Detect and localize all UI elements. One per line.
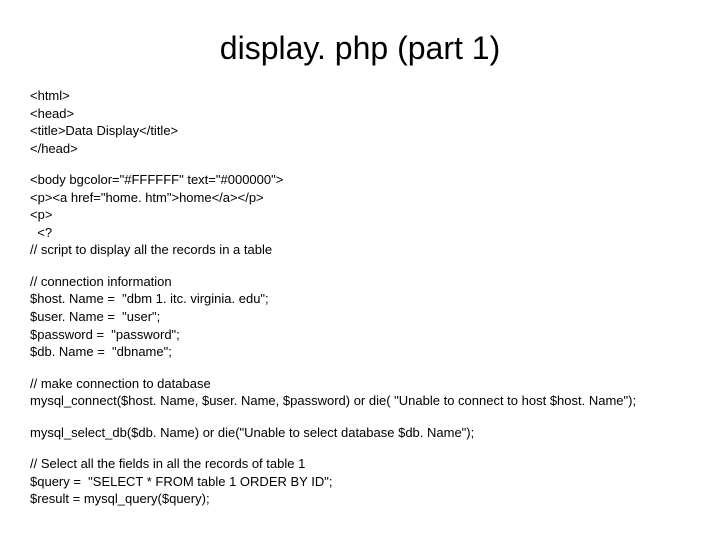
slide-container: display. php (part 1) <html> <head> <tit… — [0, 0, 720, 528]
spacer — [30, 361, 690, 375]
code-block-2: <body bgcolor="#FFFFFF" text="#000000"> … — [30, 171, 690, 259]
slide-title: display. php (part 1) — [30, 30, 690, 67]
code-block-3: // connection information $host. Name = … — [30, 273, 690, 361]
spacer — [30, 441, 690, 455]
spacer — [30, 157, 690, 171]
code-block-5: mysql_select_db($db. Name) or die("Unabl… — [30, 424, 690, 442]
spacer — [30, 410, 690, 424]
code-block-4: // make connection to database mysql_con… — [30, 375, 690, 410]
code-block-6: // Select all the fields in all the reco… — [30, 455, 690, 508]
code-block-1: <html> <head> <title>Data Display</title… — [30, 87, 690, 157]
spacer — [30, 259, 690, 273]
